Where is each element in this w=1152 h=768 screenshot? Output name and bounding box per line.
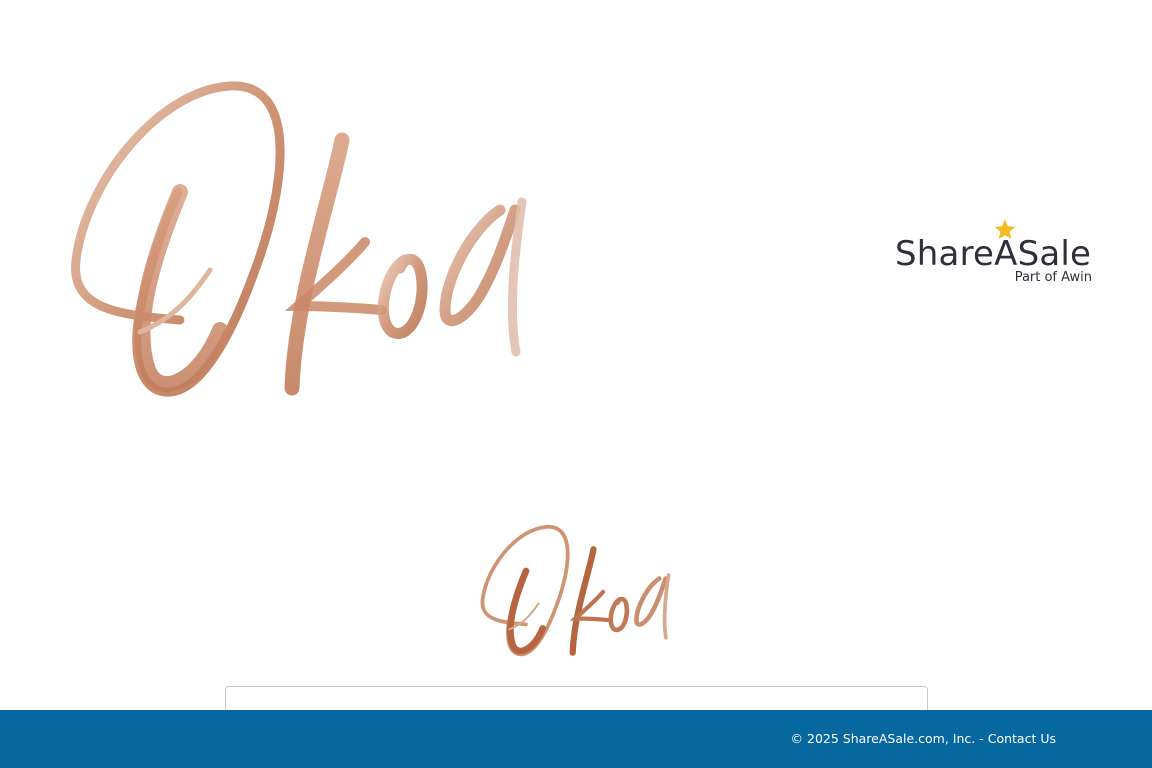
footer-copyright: © 2025 ShareASale.com, Inc. - [790,731,984,746]
shareasale-logo-link[interactable]: ShareASale Part of Awin [892,216,1096,290]
merchant-logo-small [480,524,671,657]
shareasale-tagline: Part of Awin [1014,270,1092,285]
page: ShareASale Part of Awin © 2025 ShareASal… [0,0,1152,768]
shareasale-wordmark: ShareASale [895,234,1092,274]
footer: © 2025 ShareASale.com, Inc. - Contact Us [0,710,1152,768]
contact-us-link[interactable]: Contact Us [988,731,1056,746]
footer-text: © 2025 ShareASale.com, Inc. - Contact Us [791,731,1056,746]
merchant-logo-large [71,81,527,397]
